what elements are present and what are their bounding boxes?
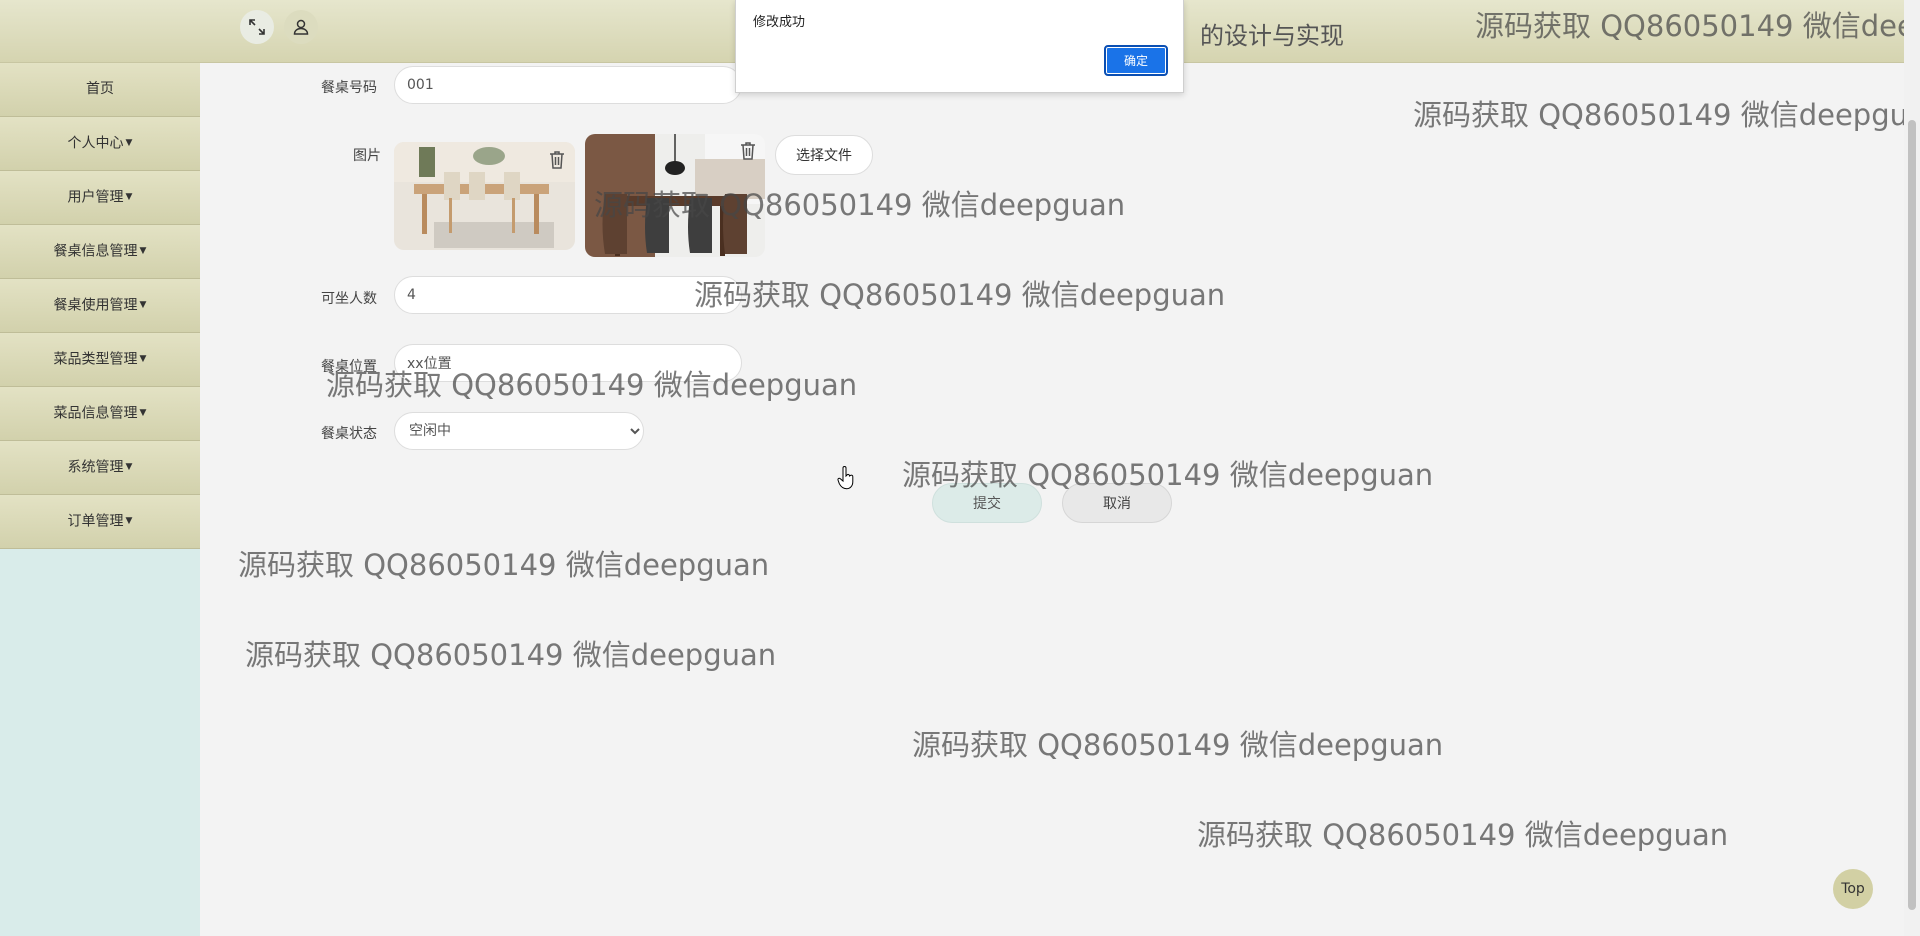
scrollbar[interactable] [1904, 0, 1920, 936]
capacity-label: 可坐人数 [321, 291, 377, 307]
location-label: 餐桌位置 [321, 359, 377, 375]
caret-down-icon: ▼ [139, 246, 147, 256]
delete-image-1-icon[interactable] [547, 149, 567, 171]
cancel-button[interactable]: 取消 [1062, 483, 1172, 523]
caret-down-icon: ▼ [125, 462, 133, 472]
page-title: 的设计与实现 [1200, 22, 1344, 50]
fullscreen-icon [249, 19, 265, 35]
sidebar-item-label: 菜品类型管理 [53, 351, 138, 368]
submit-button[interactable]: 提交 [932, 483, 1042, 523]
scrollbar-thumb[interactable] [1908, 120, 1916, 910]
sidebar-header [0, 0, 200, 63]
sidebar-item-table-usage[interactable]: 餐桌使用管理 ▼ [0, 279, 200, 333]
sidebar-item-label: 菜品信息管理 [53, 405, 138, 422]
sidebar-item-label: 餐桌信息管理 [53, 243, 138, 260]
table-number-input[interactable] [394, 66, 742, 104]
alert-dialog: 修改成功 确定 [735, 0, 1184, 93]
sidebar-item-label: 订单管理 [67, 513, 124, 530]
sidebar-item-dish-info[interactable]: 菜品信息管理 ▼ [0, 387, 200, 441]
sidebar: 首页 个人中心 ▼ 用户管理 ▼ 餐桌信息管理 ▼ 餐桌使用管理 ▼ 菜品类型管理 ▼ 菜… [0, 0, 200, 936]
caret-down-icon: ▼ [139, 300, 147, 310]
fullscreen-button[interactable] [240, 10, 274, 44]
status-label: 餐桌状态 [321, 426, 377, 442]
caret-down-icon: ▼ [139, 354, 147, 364]
caret-down-icon: ▼ [139, 408, 147, 418]
sidebar-item-table-info[interactable]: 餐桌信息管理 ▼ [0, 225, 200, 279]
delete-image-2-icon[interactable] [738, 140, 758, 162]
sidebar-item-user-management[interactable]: 用户管理 ▼ [0, 171, 200, 225]
caret-down-icon: ▼ [125, 192, 133, 202]
alert-ok-button[interactable]: 确定 [1104, 45, 1168, 76]
sidebar-item-label: 个人中心 [67, 135, 124, 152]
edit-form: 餐桌号码 图片 [200, 63, 1900, 936]
sidebar-item-label: 首页 [86, 81, 114, 97]
table-number-label: 餐桌号码 [321, 80, 377, 96]
hand-cursor-icon [837, 466, 854, 490]
capacity-input[interactable] [394, 276, 742, 314]
sidebar-item-system[interactable]: 系统管理 ▼ [0, 441, 200, 495]
user-icon [293, 19, 309, 35]
sidebar-item-orders[interactable]: 订单管理 ▼ [0, 495, 200, 549]
sidebar-item-label: 餐桌使用管理 [53, 297, 138, 314]
sidebar-item-personal-center[interactable]: 个人中心 ▼ [0, 117, 200, 171]
images-label: 图片 [353, 148, 381, 164]
sidebar-item-label: 系统管理 [67, 459, 124, 476]
sidebar-item-label: 用户管理 [67, 189, 124, 206]
user-button[interactable] [284, 10, 318, 44]
location-input[interactable] [394, 344, 742, 382]
sidebar-item-home[interactable]: 首页 [0, 63, 200, 117]
choose-file-button[interactable]: 选择文件 [775, 135, 873, 175]
caret-down-icon: ▼ [125, 516, 133, 526]
alert-message: 修改成功 [753, 15, 806, 30]
back-to-top-button[interactable]: Top [1833, 869, 1873, 909]
caret-down-icon: ▼ [125, 138, 133, 148]
sidebar-item-dish-type[interactable]: 菜品类型管理 ▼ [0, 333, 200, 387]
status-select[interactable]: 空闲中 [394, 412, 644, 450]
